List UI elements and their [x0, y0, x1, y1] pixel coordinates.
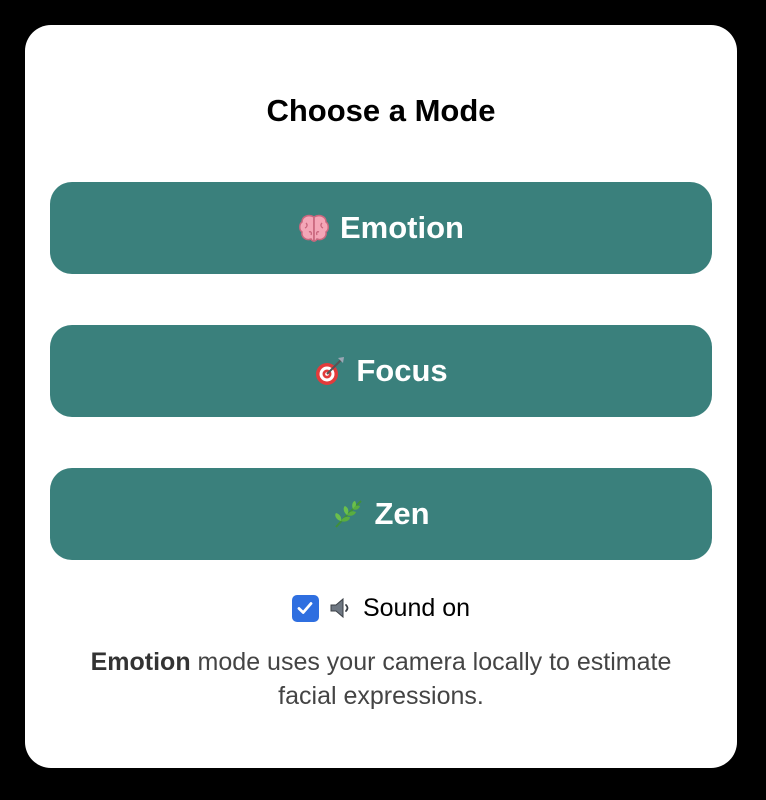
zen-mode-label: Zen	[374, 496, 430, 531]
check-icon	[298, 602, 313, 614]
herb-icon	[332, 498, 364, 530]
mode-dialog: Choose a Mode Emotion Focus Zen Sound on…	[25, 25, 737, 768]
mode-description: Emotion mode uses your camera locally to…	[85, 645, 677, 713]
speaker-icon	[327, 594, 355, 622]
sound-label: Sound on	[362, 593, 471, 622]
focus-mode-label: Focus	[356, 353, 448, 388]
sound-checkbox[interactable]	[291, 594, 319, 622]
dialog-title: Choose a Mode	[266, 93, 496, 128]
brain-icon	[298, 212, 330, 244]
zen-mode-button[interactable]: Zen	[50, 468, 712, 560]
sound-toggle[interactable]: Sound on	[25, 591, 737, 625]
target-icon	[314, 355, 346, 387]
focus-mode-button[interactable]: Focus	[50, 325, 712, 417]
emotion-mode-button[interactable]: Emotion	[50, 182, 712, 274]
emotion-mode-label: Emotion	[340, 210, 464, 245]
description-mode-name: Emotion	[90, 648, 191, 676]
description-text: mode uses your camera locally to estimat…	[190, 648, 672, 710]
